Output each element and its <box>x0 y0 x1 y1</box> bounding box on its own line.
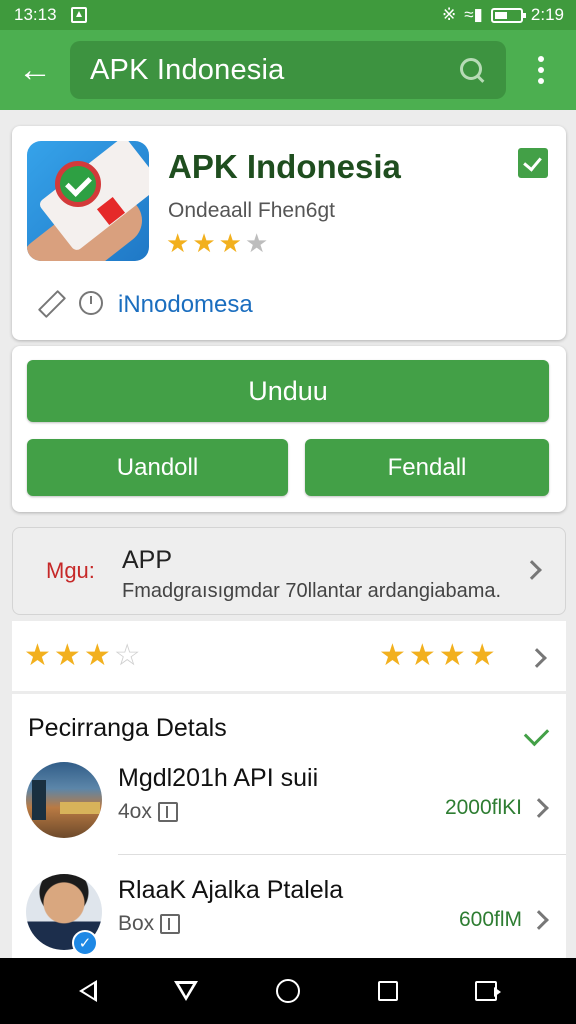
status-bar: 13:13 ※ ≈▮ 2:19 <box>0 0 576 30</box>
publisher-link[interactable]: iNnodomesa <box>118 291 253 319</box>
chevron-right-icon <box>529 798 549 818</box>
status-right: ※ ≈▮ 2:19 <box>442 5 564 25</box>
item-name: RlaaK Ajalka Ptalela <box>118 876 344 904</box>
status-time-left: 13:13 <box>14 5 57 24</box>
download-button[interactable]: Unduu <box>27 360 549 422</box>
avatar <box>26 762 102 838</box>
rating-stars-left: ★ ★ ★ ☆ <box>24 641 141 671</box>
wifi-signal-icon: ≈▮ <box>464 5 483 24</box>
bluetooth-icon: ※ <box>441 5 457 24</box>
search-icon[interactable] <box>458 56 486 84</box>
status-left: 13:13 <box>14 5 87 25</box>
search-bar[interactable]: APK Indonesia <box>70 41 506 99</box>
item-meta: 4ox <box>118 800 178 824</box>
star-icon: ★ <box>408 639 436 672</box>
chevron-right-icon <box>522 560 542 580</box>
star-empty-icon: ★ <box>244 228 269 258</box>
star-icon: ★ <box>379 639 406 672</box>
details-card: Pecirranga Detals Mgdl201h API suii 4ox … <box>12 694 566 958</box>
search-query[interactable]: APK Indonesia <box>90 54 284 87</box>
star-icon: ★ <box>438 639 466 672</box>
details-title: Pecirranga Detals <box>28 714 227 742</box>
info-tag: Mgu: <box>46 558 95 583</box>
back-button[interactable]: ← <box>0 30 70 110</box>
rating-row[interactable]: ★ ★ ★ ☆ ★ ★ ★ ★ <box>12 621 566 691</box>
app-rating-stars: ★ ★ ★ ★ <box>166 230 268 256</box>
clock-icon <box>79 291 103 315</box>
nav-recents-icon[interactable] <box>377 981 398 1001</box>
app-header-card: APK Indonesia Ondeaall Fhen6gt ★ ★ ★ ★ i… <box>12 126 566 340</box>
nav-extra-icon[interactable] <box>475 981 502 1001</box>
navigation-bar <box>0 958 576 1024</box>
list-item[interactable]: ✓ RlaaK Ajalka Ptalela Box 600flM <box>12 872 566 968</box>
info-title: APP <box>122 546 173 574</box>
nav-home-icon[interactable] <box>275 979 300 1003</box>
star-icon: ★ <box>468 639 496 672</box>
nav-back-icon[interactable] <box>78 980 97 1002</box>
app-icon <box>27 141 149 261</box>
pencil-icon[interactable] <box>34 286 64 316</box>
item-size: 600flM <box>458 908 522 931</box>
rating-stars-right: ★ ★ ★ ★ <box>379 641 496 671</box>
badge-icon: ✓ <box>72 930 98 956</box>
info-description: Fmadgraısıgmdar 70llantar ardangiabama. <box>122 580 502 602</box>
star-icon: ★ <box>218 228 242 258</box>
star-icon: ★ <box>83 639 111 672</box>
chevron-right-icon <box>529 910 549 930</box>
verified-icon[interactable] <box>518 148 548 178</box>
back-arrow-icon: ← <box>18 50 52 89</box>
list-item[interactable]: Mgdl201h API suii 4ox 2000flKI <box>12 760 566 856</box>
item-size: 2000flKI <box>444 796 522 819</box>
star-icon: ★ <box>192 228 216 258</box>
toolbar: ← APK Indonesia <box>0 30 576 110</box>
star-icon: ★ <box>166 228 190 258</box>
share-icon[interactable] <box>524 722 548 746</box>
app-subtitle: Ondeaall Fhen6gt <box>168 199 335 222</box>
box-icon <box>160 914 181 934</box>
secondary-button-left[interactable]: Uandoll <box>27 439 288 496</box>
star-empty-icon: ☆ <box>113 639 141 672</box>
notification-icon <box>70 7 87 23</box>
box-icon <box>157 802 178 822</box>
info-row[interactable]: Mgu: APP Fmadgraısıgmdar 70llantar ardan… <box>12 527 566 615</box>
battery-icon <box>490 7 526 23</box>
item-meta-text: Box <box>118 912 155 935</box>
app-title: APK Indonesia <box>168 148 401 185</box>
star-icon: ★ <box>24 639 51 672</box>
nav-down-icon[interactable] <box>174 981 199 1001</box>
status-time-right: 2:19 <box>530 5 564 24</box>
action-card: Unduu Uandoll Fendall <box>12 346 566 512</box>
item-meta: Box <box>118 912 181 936</box>
secondary-button-right[interactable]: Fendall <box>305 439 549 496</box>
item-name: Mgdl201h API suii <box>118 764 319 792</box>
overflow-menu-icon[interactable] <box>506 30 576 110</box>
chevron-right-icon <box>527 648 547 668</box>
star-icon: ★ <box>53 639 81 672</box>
item-meta-text: 4ox <box>118 800 152 823</box>
divider <box>118 854 566 855</box>
